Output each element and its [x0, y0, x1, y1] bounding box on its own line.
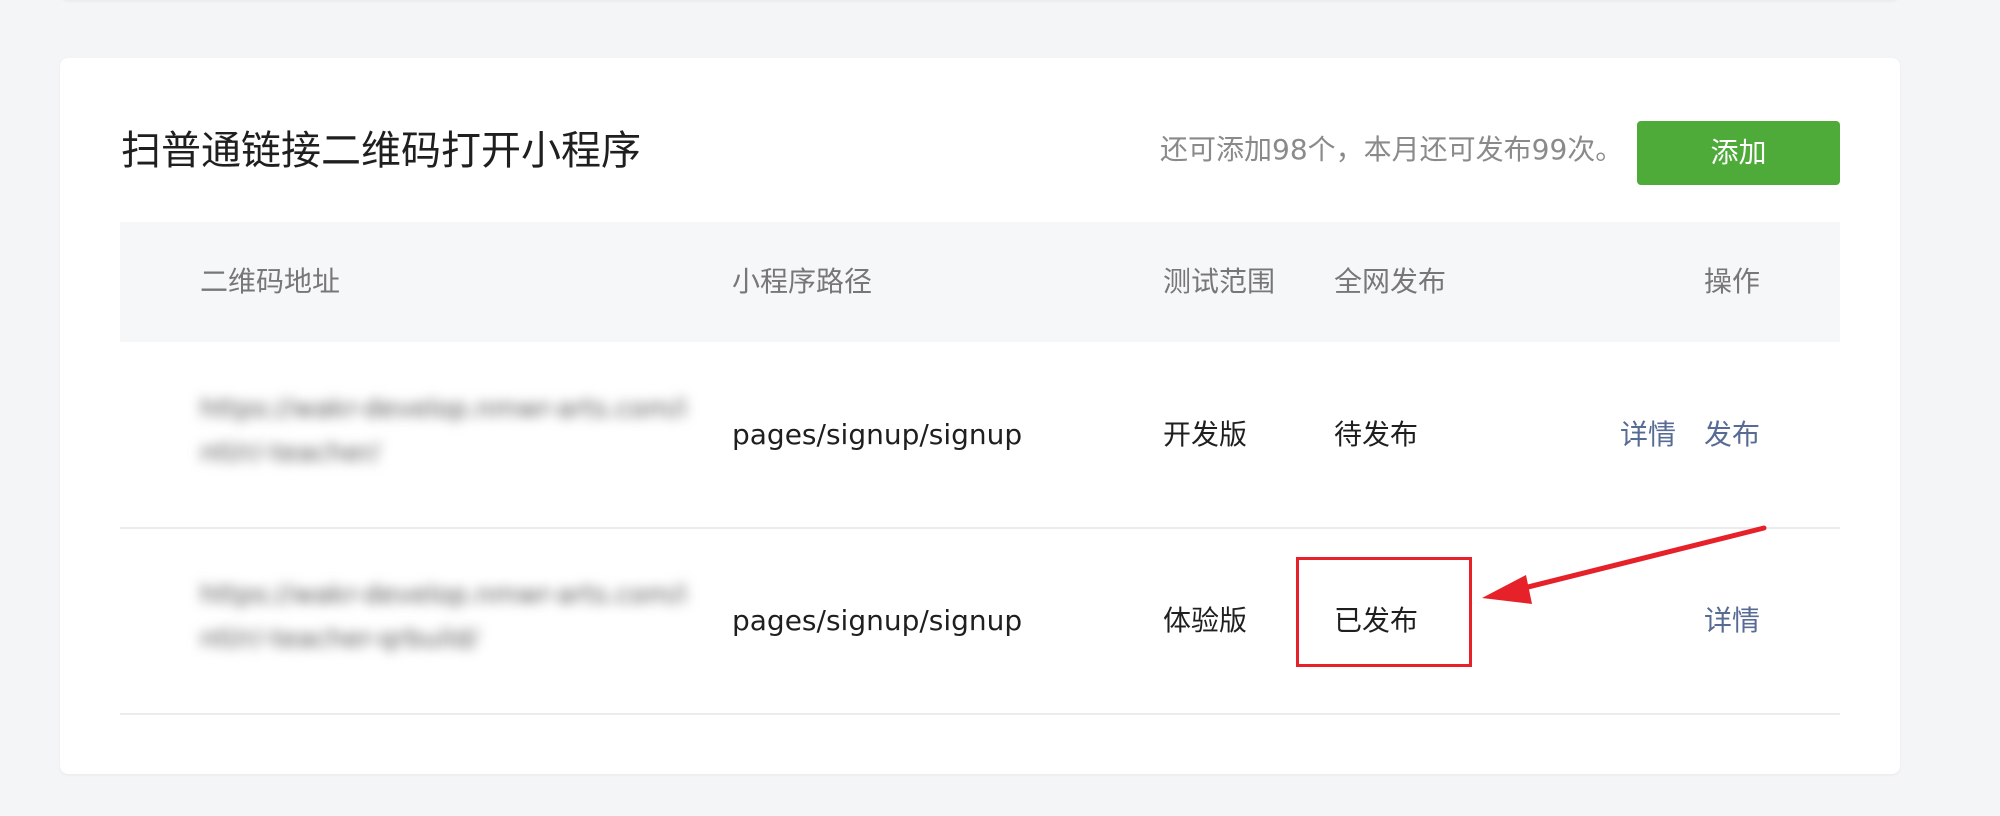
details-link[interactable]: 详情 [1620, 342, 1676, 527]
quota-text: 还可添加98个，本月还可发布99次。 [1160, 133, 1624, 166]
add-button[interactable]: 添加 [1637, 121, 1840, 185]
annotation-arrow-icon [1482, 525, 1767, 604]
annotation-highlight-box [1296, 557, 1472, 667]
header-actions: 操作 [1704, 265, 1761, 298]
header-path: 小程序路径 [732, 265, 873, 298]
table-row: https://wakr-develop.nmwr-arts.com/intl/… [120, 342, 1840, 529]
scope-cell: 体验版 [1163, 604, 1248, 637]
path-cell: pages/signup/signup [732, 418, 1023, 451]
status-cell: 待发布 [1334, 418, 1419, 451]
scope-cell: 开发版 [1163, 418, 1248, 451]
header-scope: 测试范围 [1163, 265, 1276, 298]
qr-url-cell: https://wakr-develop.nmwr-arts.com/intl/… [200, 580, 688, 654]
header-qr-url: 二维码地址 [200, 265, 341, 298]
section-title: 扫普通链接二维码打开小程序 [121, 128, 641, 174]
header-publish: 全网发布 [1334, 265, 1447, 298]
qr-url-cell: https://wakr-develop.nmwr-arts.com/intl/… [200, 394, 688, 468]
table-header: 二维码地址 小程序路径 测试范围 全网发布 操作 [120, 222, 1840, 342]
path-cell: pages/signup/signup [732, 604, 1023, 637]
publish-link[interactable]: 发布 [1704, 342, 1760, 527]
